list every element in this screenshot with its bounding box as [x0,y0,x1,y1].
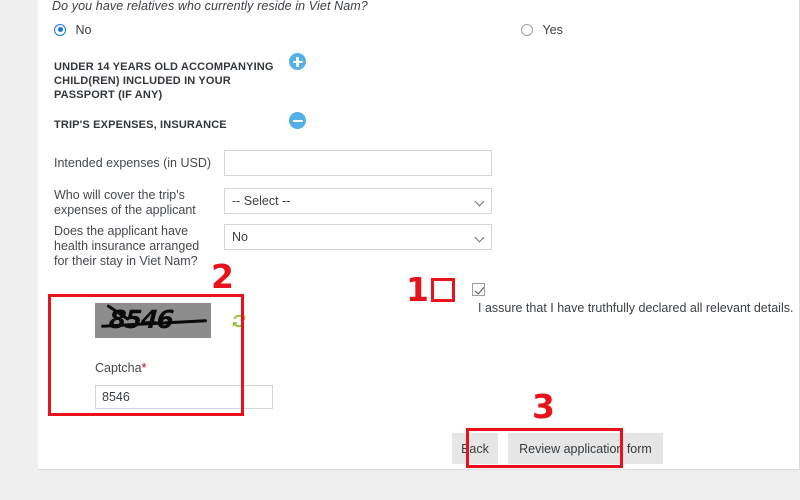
intended-expenses-input[interactable] [224,150,492,176]
radio-no-label: No [75,22,92,37]
screenshot-root: Do you have relatives who currently resi… [0,0,800,500]
who-covers-label: Who will cover the trip's expenses of th… [54,188,196,217]
section-header-expenses[interactable]: TRIP'S EXPENSES, INSURANCE [54,118,284,132]
radio-option-no[interactable]: No [54,21,91,39]
health-insurance-label: Does the applicant have health insurance… [54,224,200,268]
intended-expenses-control [224,150,492,176]
application-form-card: Do you have relatives who currently resi… [38,0,800,470]
health-insurance-control: No [224,224,492,250]
captcha-input[interactable] [95,385,273,409]
captcha-label-text: Captcha [95,361,142,375]
plus-circle-icon[interactable] [289,53,306,70]
radio-yes-input[interactable] [521,23,533,36]
refresh-icon[interactable] [229,311,249,331]
section-header-children[interactable]: UNDER 14 YEARS OLD ACCOMPANYING CHILD(RE… [54,60,284,102]
captcha-required-marker: * [141,361,147,375]
review-application-form-button[interactable]: Review application form [508,433,663,464]
intended-expenses-label: Intended expenses (in USD) [54,156,212,170]
chevron-down-icon [474,232,485,243]
captcha-image: 8546 [95,303,211,338]
who-covers-control: -- Select -- [224,188,492,214]
captcha-image-text: 8546 [107,305,174,334]
declaration-checkbox[interactable] [472,283,485,297]
who-covers-select[interactable]: -- Select -- [224,188,492,214]
relatives-question-label: Do you have relatives who currently resi… [52,0,368,13]
radio-no-input[interactable] [54,23,66,36]
radio-option-yes[interactable]: Yes [521,21,563,39]
chevron-down-icon [474,196,485,207]
captcha-field-label: Captcha* [95,361,146,375]
back-button[interactable]: Back [452,433,498,464]
health-insurance-selected-value: No [232,230,248,244]
who-covers-selected-value: -- Select -- [232,194,291,208]
health-insurance-select[interactable]: No [224,224,492,250]
minus-circle-icon[interactable] [289,112,306,129]
declaration-row[interactable]: I assure that I have truthfully declared… [472,281,799,317]
declaration-label: I assure that I have truthfully declared… [478,300,794,315]
radio-yes-label: Yes [542,22,563,37]
